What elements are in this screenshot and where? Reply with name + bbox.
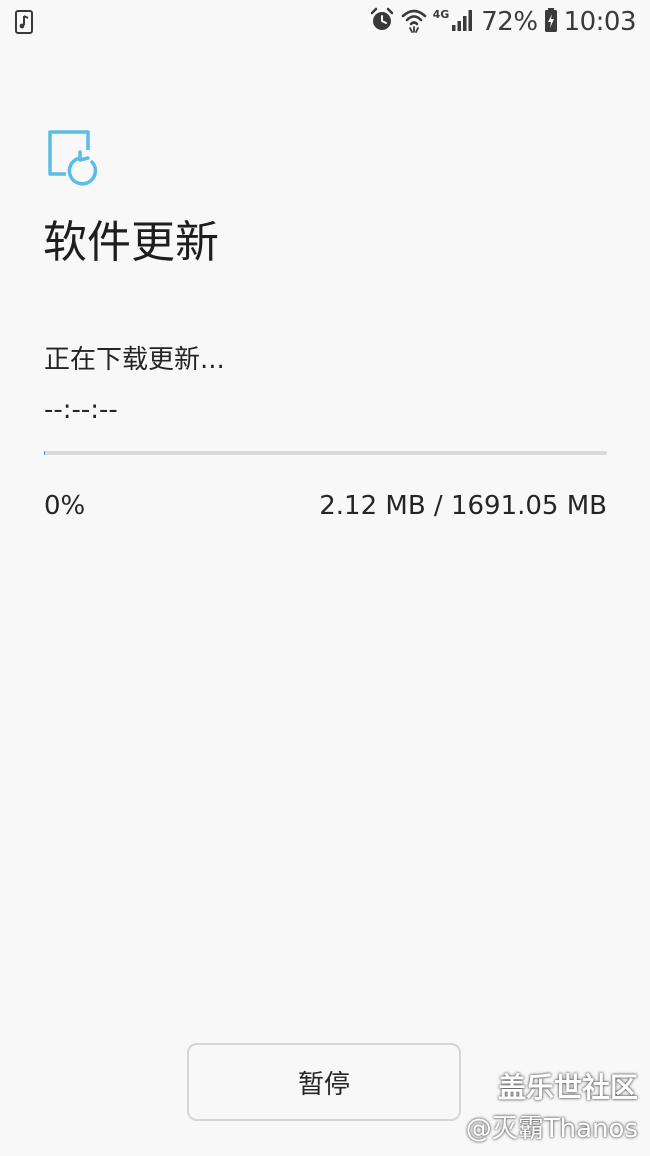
download-progress-bar <box>44 451 607 455</box>
battery-percent: 72% <box>481 7 538 37</box>
download-status-text: 正在下载更新... <box>44 345 225 375</box>
signal-icon <box>451 8 475 36</box>
progress-size: 2.12 MB / 1691.05 MB <box>319 491 607 521</box>
network-type-label: 4G <box>432 7 450 21</box>
screen: 4G 72% 10:03 软件更新 正在下载更新... --:--:-- 0% … <box>0 0 650 1156</box>
clock: 10:03 <box>563 7 637 37</box>
watermark-author: @灭霸Thanos <box>465 1114 638 1144</box>
alarm-icon <box>369 7 395 37</box>
wifi-icon <box>401 7 427 37</box>
status-icons: 4G 72% 10:03 <box>369 0 637 44</box>
phone-music-icon <box>14 10 34 34</box>
page-title: 软件更新 <box>43 217 219 268</box>
progress-percent: 0% <box>44 491 86 521</box>
status-bar: 4G 72% 10:03 <box>0 0 650 44</box>
battery-charging-icon <box>544 7 558 37</box>
watermark-community: 盖乐世社区 <box>497 1071 638 1104</box>
software-update-icon <box>44 124 100 186</box>
pause-button[interactable]: 暂停 <box>187 1043 461 1121</box>
download-progress-fill <box>44 451 45 455</box>
remaining-time: --:--:-- <box>44 395 118 425</box>
